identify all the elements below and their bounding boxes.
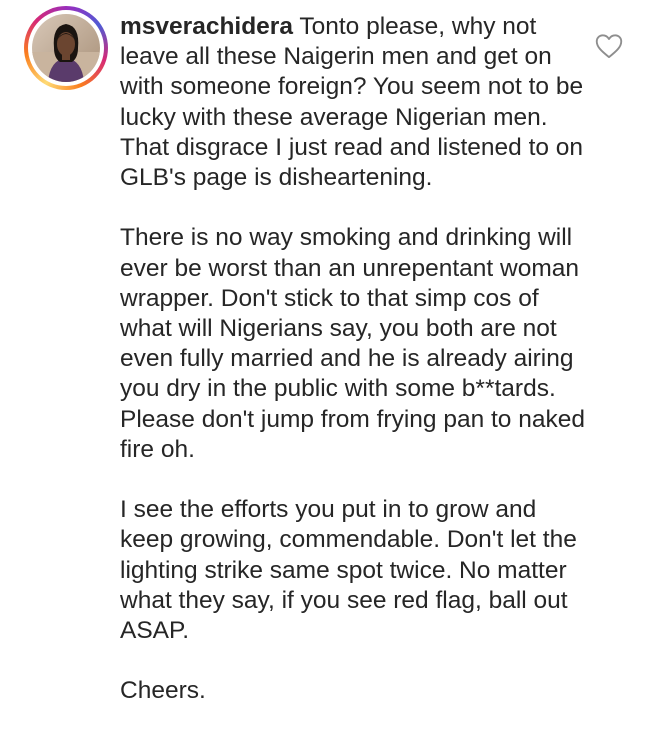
story-ring[interactable] bbox=[24, 6, 108, 90]
comment-paragraph: I see the efforts you put in to grow and… bbox=[120, 496, 577, 645]
heart-outline-icon[interactable] bbox=[595, 33, 623, 59]
comment-paragraph: Cheers. bbox=[120, 677, 206, 705]
comment-paragraph: msverachidera Tonto please, why not leav… bbox=[120, 12, 590, 193]
avatar bbox=[32, 14, 100, 82]
comment-paragraph: There is no way smoking and drinking wil… bbox=[120, 224, 585, 463]
comment-body: msverachidera Tonto please, why not leav… bbox=[120, 12, 590, 707]
avatar-frame bbox=[28, 10, 104, 86]
comment-username[interactable]: msverachidera bbox=[120, 13, 293, 40]
comment: msverachidera Tonto please, why not leav… bbox=[0, 0, 661, 753]
